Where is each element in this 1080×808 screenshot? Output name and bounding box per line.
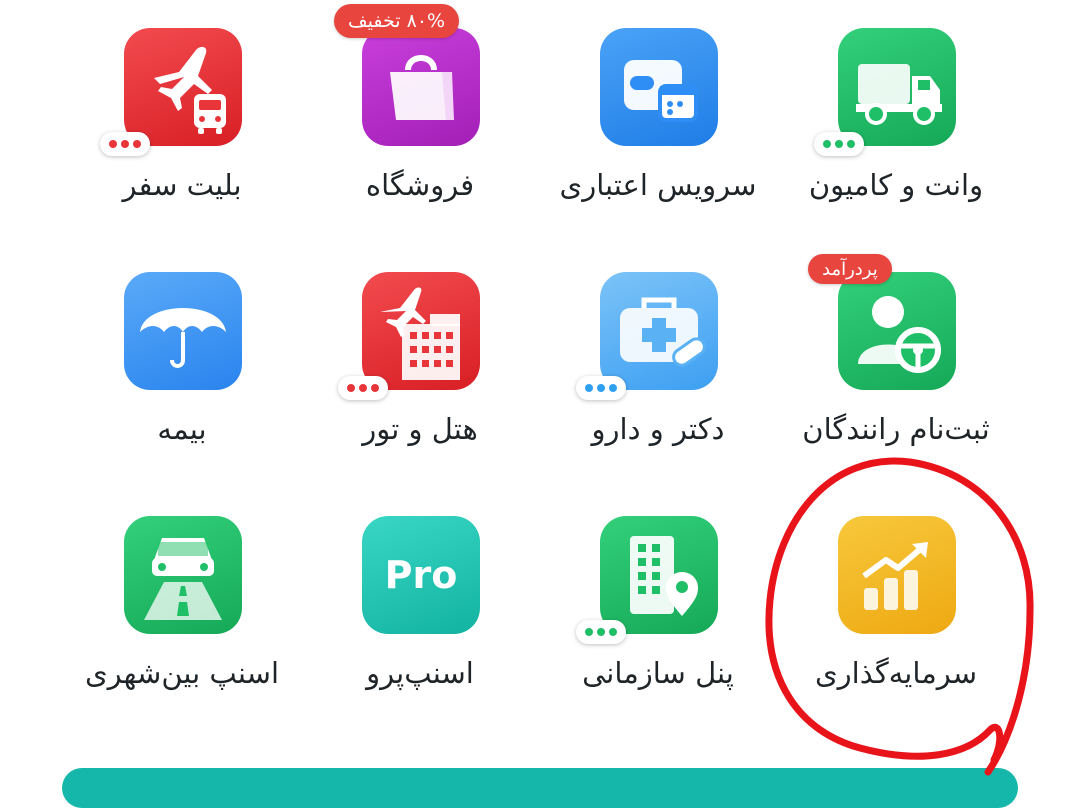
service-hotel-tour[interactable]: هتل و تور [300, 244, 540, 454]
airplane-bus-icon [124, 28, 242, 146]
car-road-icon [124, 516, 242, 634]
service-investment[interactable]: سرمایه‌گذاری [776, 488, 1016, 698]
service-label: دکتر و دارو [591, 412, 725, 446]
service-label: بیمه [157, 412, 207, 446]
service-intercity[interactable]: اسنپ بین‌شهری [62, 488, 302, 698]
service-label: سرویس اعتباری [559, 168, 757, 202]
more-indicator [576, 620, 626, 644]
service-label: هتل و تور [362, 412, 478, 446]
service-org-panel[interactable]: پنل سازمانی [538, 488, 778, 698]
more-indicator [576, 376, 626, 400]
service-label: اسنپ‌پرو [366, 656, 474, 690]
services-grid: بلیت سفر ۸۰% تخفیف فروشگاه سرویس اعتباری [0, 0, 1080, 784]
more-indicator [338, 376, 388, 400]
service-snapp-pro[interactable]: Pro اسنپ‌پرو [300, 488, 540, 698]
service-insurance[interactable]: بیمه [62, 244, 302, 454]
service-driver-signup[interactable]: پردرآمد ثبت‌نام رانندگان [776, 244, 1016, 454]
service-label: وانت و کامیون [808, 168, 984, 202]
building-pin-icon [600, 516, 718, 634]
service-travel-tickets[interactable]: بلیت سفر [62, 0, 302, 210]
high-income-badge: پردرآمد [808, 254, 892, 284]
shopping-bag-icon [362, 28, 480, 146]
medical-kit-icon [600, 272, 718, 390]
airplane-building-icon [362, 272, 480, 390]
service-label: ثبت‌نام رانندگان [802, 412, 990, 446]
more-indicator [100, 132, 150, 156]
chart-growth-icon [838, 516, 956, 634]
service-van-truck[interactable]: وانت و کامیون [776, 0, 1016, 210]
service-label: بلیت سفر [122, 168, 242, 202]
service-store[interactable]: ۸۰% تخفیف فروشگاه [300, 0, 540, 210]
service-doctor[interactable]: دکتر و دارو [538, 244, 778, 454]
service-credit[interactable]: سرویس اعتباری [538, 0, 778, 210]
wallet-calendar-icon [600, 28, 718, 146]
service-label: سرمایه‌گذاری [814, 656, 978, 690]
pro-icon-text: Pro [385, 553, 458, 597]
service-label: اسنپ بین‌شهری [84, 656, 280, 690]
umbrella-icon [124, 272, 242, 390]
pro-icon: Pro [362, 516, 480, 634]
more-indicator [814, 132, 864, 156]
service-label: پنل سازمانی [582, 656, 734, 690]
discount-badge: ۸۰% تخفیف [334, 4, 460, 38]
service-label: فروشگاه [365, 168, 475, 202]
truck-icon [838, 28, 956, 146]
driver-steering-icon [838, 272, 956, 390]
bottom-banner[interactable] [62, 768, 1018, 808]
